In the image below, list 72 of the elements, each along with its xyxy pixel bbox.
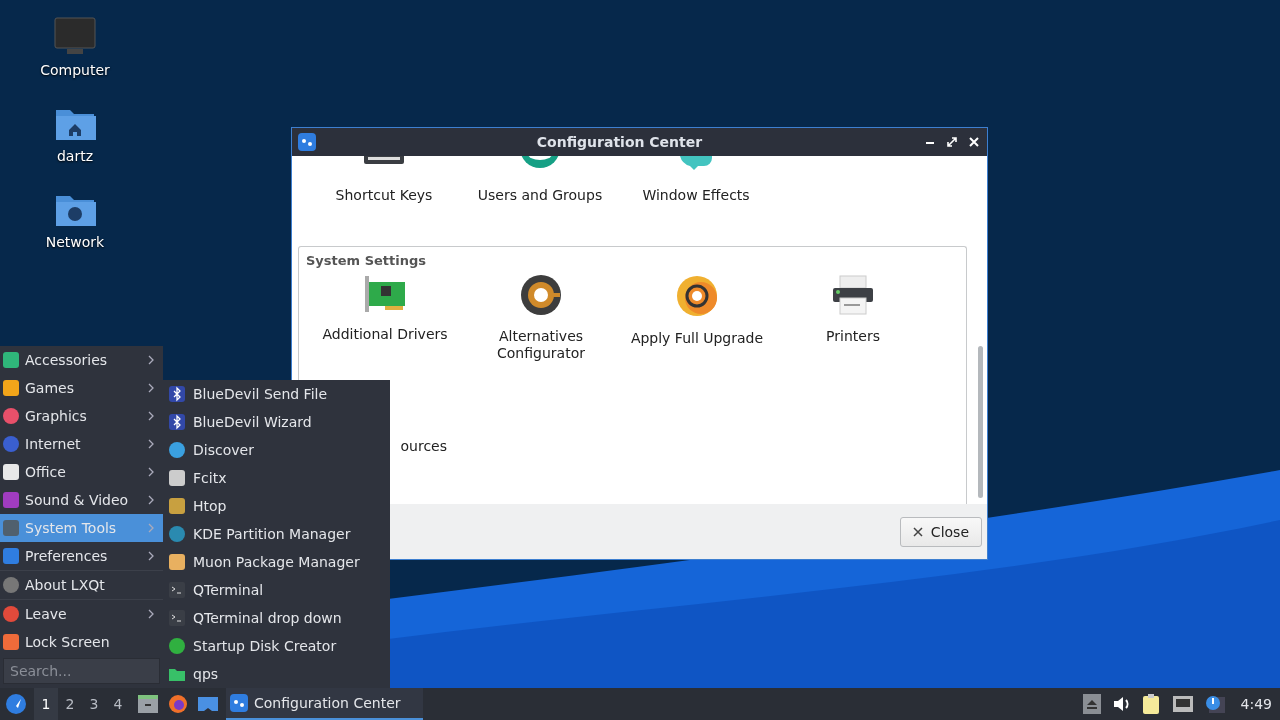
eject-icon <box>1082 694 1101 714</box>
menu-item[interactable]: Office <box>0 458 163 486</box>
chevron-right-icon <box>147 411 155 421</box>
settings-item-label[interactable]: Alternatives Configurator <box>497 328 585 362</box>
app-icon <box>230 694 248 712</box>
group-title: System Settings <box>306 253 428 268</box>
desktop-icon-label[interactable]: dartz <box>56 148 94 164</box>
desktop-icon[interactable] <box>198 695 218 713</box>
menu-item[interactable]: Preferences <box>0 542 163 570</box>
menu-item[interactable]: Graphics <box>0 402 163 430</box>
printer-icon <box>832 274 874 316</box>
close-icon <box>912 526 923 537</box>
menu-item[interactable]: QTerminal drop down <box>163 604 390 632</box>
chevron-right-icon <box>147 551 155 561</box>
terminal-icon <box>169 582 185 598</box>
search-field[interactable]: Search... <box>3 658 160 684</box>
settings-item-label[interactable]: Shortcut Keys <box>335 187 433 204</box>
menu-item[interactable]: KDE Partition Manager <box>163 520 390 548</box>
network-icon <box>1172 696 1193 712</box>
folder-icon <box>169 667 185 681</box>
app-icon <box>298 133 316 151</box>
speaker-icon <box>1112 696 1131 712</box>
bluetooth-icon <box>169 414 185 430</box>
settings-item-label[interactable]: ources <box>400 438 447 455</box>
chevron-right-icon <box>147 439 155 449</box>
settings-item-label[interactable]: Printers <box>826 328 880 345</box>
chevron-right-icon <box>147 609 155 619</box>
task-button[interactable]: Configuration Center <box>226 688 423 720</box>
file-cabinet-icon[interactable] <box>138 695 158 713</box>
menu-item[interactable]: Lock Screen <box>0 628 163 656</box>
browser-icon[interactable] <box>168 694 188 714</box>
settings-item-label[interactable]: Apply Full Upgrade <box>630 330 764 347</box>
computer-icon <box>53 16 97 56</box>
window-title: Configuration Center <box>535 134 704 150</box>
close-button[interactable]: Close <box>899 516 982 547</box>
desktop-icon-label[interactable]: Computer <box>40 62 110 78</box>
menu-item[interactable]: Accessories <box>0 346 163 374</box>
chevron-right-icon <box>147 467 155 477</box>
menu-item[interactable]: BlueDevil Send File <box>163 380 390 408</box>
menu-item[interactable]: BlueDevil Wizard <box>163 408 390 436</box>
menu-item[interactable]: Sound & Video <box>0 486 163 514</box>
desktop-switch-button[interactable]: 3 <box>82 688 106 720</box>
desktop-switch-button[interactable]: 2 <box>58 688 82 720</box>
menu-item[interactable]: QTerminal <box>163 576 390 604</box>
expansion-card-icon <box>363 274 407 314</box>
desktop-switch-button[interactable]: 1 <box>34 688 58 720</box>
menu-item[interactable]: Games <box>0 374 163 402</box>
desktop-icon-label[interactable]: Network <box>45 234 105 250</box>
chevron-right-icon <box>147 523 155 533</box>
bluetooth-icon <box>169 386 185 402</box>
menu-item[interactable]: Fcitx <box>163 464 390 492</box>
menu-item[interactable]: Muon Package Manager <box>163 548 390 576</box>
settings-item-label[interactable]: Additional Drivers <box>322 326 448 343</box>
menu-item[interactable]: Htop <box>163 492 390 520</box>
menu-item[interactable]: qps <box>163 660 390 688</box>
settings-item-label[interactable]: Window Effects <box>642 187 750 204</box>
menu-item[interactable]: Discover <box>163 436 390 464</box>
chevron-right-icon <box>147 355 155 365</box>
settings-item-label[interactable]: Users and Groups <box>477 187 603 204</box>
desktop-switch-button[interactable]: 4 <box>106 688 130 720</box>
menu-item[interactable]: About LXQt <box>0 570 163 599</box>
maximize-icon[interactable] <box>945 135 959 149</box>
menu-item[interactable]: Leave <box>0 599 163 628</box>
chevron-right-icon <box>147 383 155 393</box>
notification-icon <box>1204 695 1225 713</box>
menu-item[interactable]: Startup Disk Creator <box>163 632 390 660</box>
chevron-right-icon <box>147 495 155 505</box>
terminal-icon <box>169 610 185 626</box>
menu-item[interactable]: Internet <box>0 430 163 458</box>
clock[interactable]: 4:49 <box>1240 696 1272 712</box>
close-icon[interactable] <box>967 135 981 149</box>
clipboard-icon <box>1142 694 1161 714</box>
